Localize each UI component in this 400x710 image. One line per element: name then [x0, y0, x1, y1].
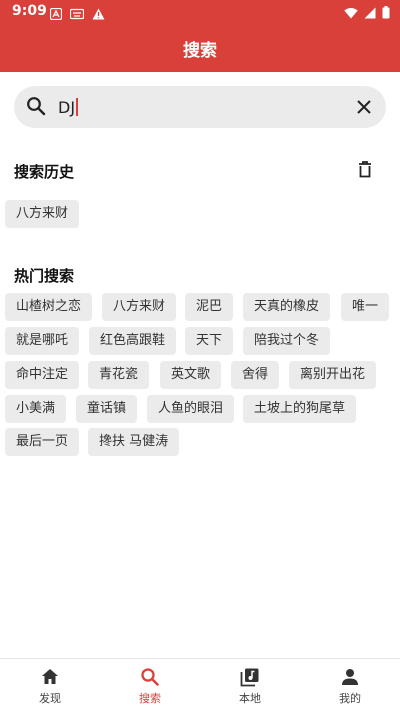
hot-tag[interactable]: 山楂树之恋 [5, 293, 93, 321]
search-input-text: DJ [58, 97, 76, 117]
hot-tag[interactable]: 陪我过个冬 [243, 327, 331, 355]
hot-tag[interactable]: 离别开出花 [289, 361, 377, 389]
history-title: 搜索历史 [14, 163, 75, 181]
system-icons [344, 4, 390, 23]
text-cursor [76, 98, 79, 116]
tab-label: 发现 [39, 692, 61, 705]
hot-tag[interactable]: 舍得 [231, 361, 280, 389]
hot-title: 热门搜索 [14, 267, 75, 285]
hot-tag[interactable]: 英文歌 [160, 361, 222, 389]
clear-icon[interactable] [356, 99, 372, 119]
hot-tag[interactable]: 天真的橡皮 [243, 293, 331, 321]
history-tag[interactable]: 八方来财 [5, 200, 80, 228]
search-input[interactable]: DJ [58, 96, 79, 118]
hot-tag[interactable]: 土坡上的狗尾草 [243, 395, 357, 423]
status-time: 9:09 [12, 3, 47, 19]
warning-icon [92, 5, 105, 24]
page-title: 搜索 [183, 41, 217, 61]
notification-keyboard-icon [69, 5, 85, 24]
tab-label: 本地 [239, 692, 261, 705]
hot-tag[interactable]: 泥巴 [185, 293, 234, 321]
app-header: 9:09 搜索 [0, 0, 400, 72]
signal-icon [364, 4, 376, 23]
person-icon [342, 669, 358, 685]
music-library-icon [240, 668, 259, 687]
tab-label: 搜索 [139, 692, 161, 705]
hot-tag[interactable]: 唯一 [341, 293, 390, 321]
tab-discover[interactable]: 发现 [0, 659, 100, 710]
notification-icons [49, 5, 105, 24]
search-bar[interactable]: DJ [14, 86, 386, 128]
hot-tag[interactable]: 就是哪吒 [5, 327, 80, 355]
tab-search[interactable]: 搜索 [100, 659, 200, 710]
hot-tag[interactable]: 命中注定 [5, 361, 80, 389]
hot-tag[interactable]: 红色高跟鞋 [89, 327, 177, 355]
wifi-icon [344, 4, 358, 23]
status-bar: 9:09 [0, 0, 400, 24]
hot-tag[interactable]: 最后一页 [5, 428, 80, 456]
notification-a-icon [49, 5, 63, 24]
hot-tag[interactable]: 小美满 [5, 395, 67, 423]
search-icon[interactable] [26, 96, 46, 120]
search-icon [141, 668, 159, 686]
tab-local[interactable]: 本地 [200, 659, 300, 710]
bottom-tab-bar: 发现 搜索 本地 我的 [0, 658, 400, 710]
hot-tag[interactable]: 童话镇 [76, 395, 138, 423]
hot-tag[interactable]: 人鱼的眼泪 [147, 395, 235, 423]
tab-label: 我的 [339, 692, 361, 705]
hot-tag[interactable]: 青花瓷 [88, 361, 150, 389]
delete-history-icon[interactable] [358, 161, 372, 182]
hot-tag[interactable]: 搀扶 马健涛 [88, 428, 180, 456]
home-icon [42, 669, 58, 684]
hot-tag[interactable]: 天下 [185, 327, 234, 355]
hot-tag[interactable]: 八方来财 [102, 293, 177, 321]
battery-icon [382, 4, 390, 23]
tab-mine[interactable]: 我的 [300, 659, 400, 710]
